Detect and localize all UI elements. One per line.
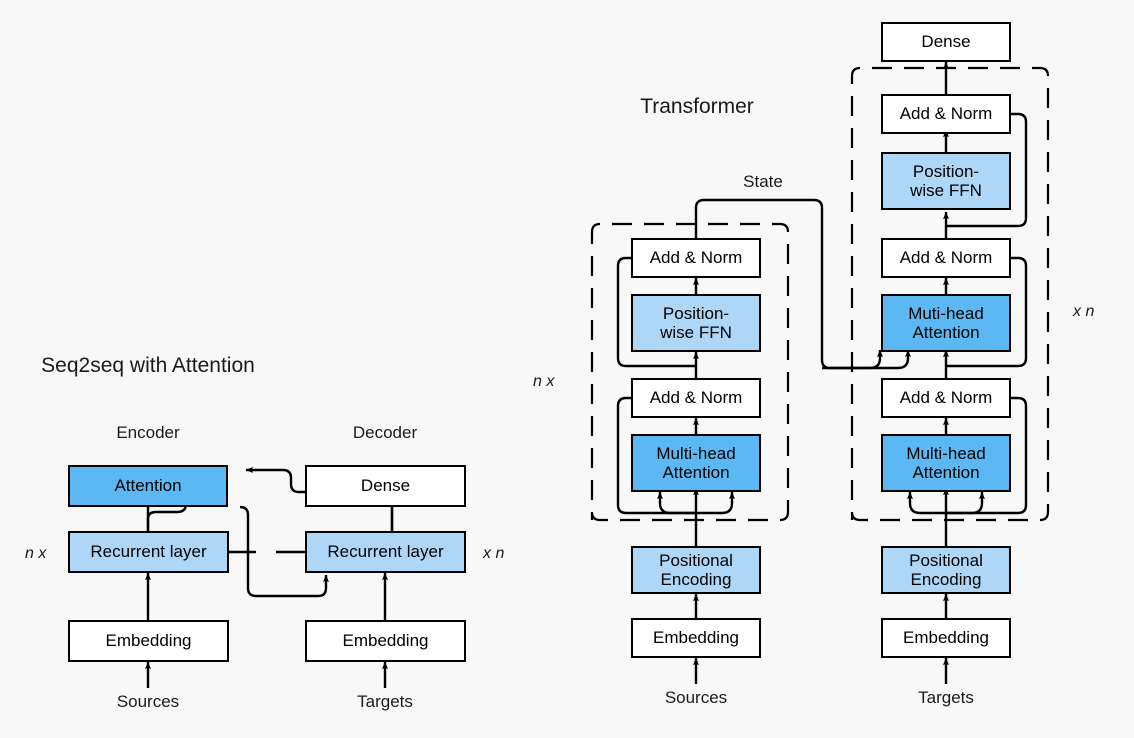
transformer-targets-label: Targets [918, 688, 974, 707]
transformer-decoder-add-norm-bottom-label: Add & Norm [899, 388, 993, 408]
transformer-decoder-cross-attention-label-line1: Muti-head [908, 303, 984, 323]
transformer-decoder-embedding-box[interactable]: Embedding [881, 618, 1011, 658]
transformer-decoder-add-norm-mid-label: Add & Norm [899, 248, 993, 268]
transformer-decoder-ffn-box[interactable]: Position- wise FFN [881, 152, 1011, 210]
transformer-decoder-add-norm-top-label: Add & Norm [899, 104, 993, 124]
seq2seq-sources-label: Sources [116, 692, 180, 711]
transformer-encoder-ffn-box[interactable]: Position- wise FFN [631, 294, 761, 352]
seq2seq-decoder-recurrent-label: Recurrent layer [327, 542, 444, 562]
seq2seq-decoder-recurrent-box[interactable]: Recurrent layer [305, 531, 466, 573]
transformer-decoder-add-norm-mid-box[interactable]: Add & Norm [881, 238, 1011, 278]
transformer-decoder-self-attention-box[interactable]: Multi-head Attention [881, 434, 1011, 492]
transformer-encoder-repeat-label: n x [533, 373, 555, 390]
transformer-decoder-dense-label: Dense [921, 32, 971, 52]
transformer-encoder-positional-encoding-label-line2: Encoding [660, 570, 732, 589]
seq2seq-encoder-embedding-label: Embedding [105, 631, 192, 651]
transformer-encoder-add-norm-bottom-label: Add & Norm [649, 388, 743, 408]
transformer-encoder-add-norm-top-label: Add & Norm [649, 248, 743, 268]
transformer-title: Transformer [640, 95, 754, 118]
transformer-decoder-ffn-label-line1: Position- [912, 161, 980, 181]
transformer-sources-label: Sources [664, 688, 728, 707]
seq2seq-encoder-recurrent-label: Recurrent layer [90, 542, 207, 562]
transformer-decoder-cross-attention-box[interactable]: Muti-head Attention [881, 294, 1011, 352]
transformer-decoder-repeat-label: x n [1073, 303, 1095, 320]
transformer-decoder-positional-encoding-label-line2: Encoding [910, 570, 982, 589]
transformer-decoder-add-norm-top-box[interactable]: Add & Norm [881, 94, 1011, 134]
transformer-encoder-add-norm-bottom-box[interactable]: Add & Norm [631, 378, 761, 418]
transformer-encoder-positional-encoding-label-line1: Positional [659, 550, 733, 570]
transformer-encoder-embedding-label: Embedding [652, 628, 739, 648]
seq2seq-decoder-embedding-label: Embedding [342, 631, 429, 651]
transformer-encoder-ffn-label-line1: Position- [662, 303, 730, 323]
seq2seq-encoder-recurrent-box[interactable]: Recurrent layer [68, 531, 229, 573]
transformer-encoder-add-norm-top-box[interactable]: Add & Norm [631, 238, 761, 278]
seq2seq-title: Seq2seq with Attention [41, 354, 255, 377]
transformer-decoder-embedding-label: Embedding [902, 628, 989, 648]
transformer-encoder-positional-encoding-box[interactable]: Positional Encoding [631, 546, 761, 594]
transformer-decoder-positional-encoding-label-line1: Positional [909, 550, 983, 570]
seq2seq-decoder-label: Decoder [352, 423, 418, 442]
seq2seq-encoder-label: Encoder [116, 423, 180, 442]
seq2seq-attention-box[interactable]: Attention [68, 465, 228, 507]
transformer-decoder-add-norm-bottom-box[interactable]: Add & Norm [881, 378, 1011, 418]
transformer-decoder-cross-attention-label-line2: Attention [912, 323, 980, 342]
transformer-decoder-self-attention-label-line1: Multi-head [906, 443, 986, 463]
transformer-state-label: State [743, 172, 783, 191]
transformer-decoder-ffn-label-line2: wise FFN [910, 181, 982, 200]
seq2seq-dense-label: Dense [360, 476, 411, 496]
transformer-encoder-attention-label-line1: Multi-head [656, 443, 736, 463]
transformer-decoder-dense-box[interactable]: Dense [881, 22, 1011, 62]
seq2seq-dense-box[interactable]: Dense [305, 465, 466, 507]
transformer-encoder-ffn-label-line2: wise FFN [660, 323, 732, 342]
transformer-encoder-embedding-box[interactable]: Embedding [631, 618, 761, 658]
seq2seq-targets-label: Targets [357, 692, 413, 711]
diagram-canvas: Seq2seq with Attention Encoder Decoder n… [0, 0, 1134, 738]
transformer-encoder-attention-label-line2: Attention [662, 463, 730, 482]
seq2seq-decoder-repeat-label: x n [483, 545, 505, 562]
seq2seq-encoder-repeat-label: n x [25, 545, 47, 562]
seq2seq-attention-label: Attention [114, 476, 182, 496]
seq2seq-encoder-embedding-box[interactable]: Embedding [68, 620, 229, 662]
transformer-decoder-self-attention-label-line2: Attention [912, 463, 980, 482]
transformer-decoder-positional-encoding-box[interactable]: Positional Encoding [881, 546, 1011, 594]
transformer-encoder-attention-box[interactable]: Multi-head Attention [631, 434, 761, 492]
seq2seq-decoder-embedding-box[interactable]: Embedding [305, 620, 466, 662]
